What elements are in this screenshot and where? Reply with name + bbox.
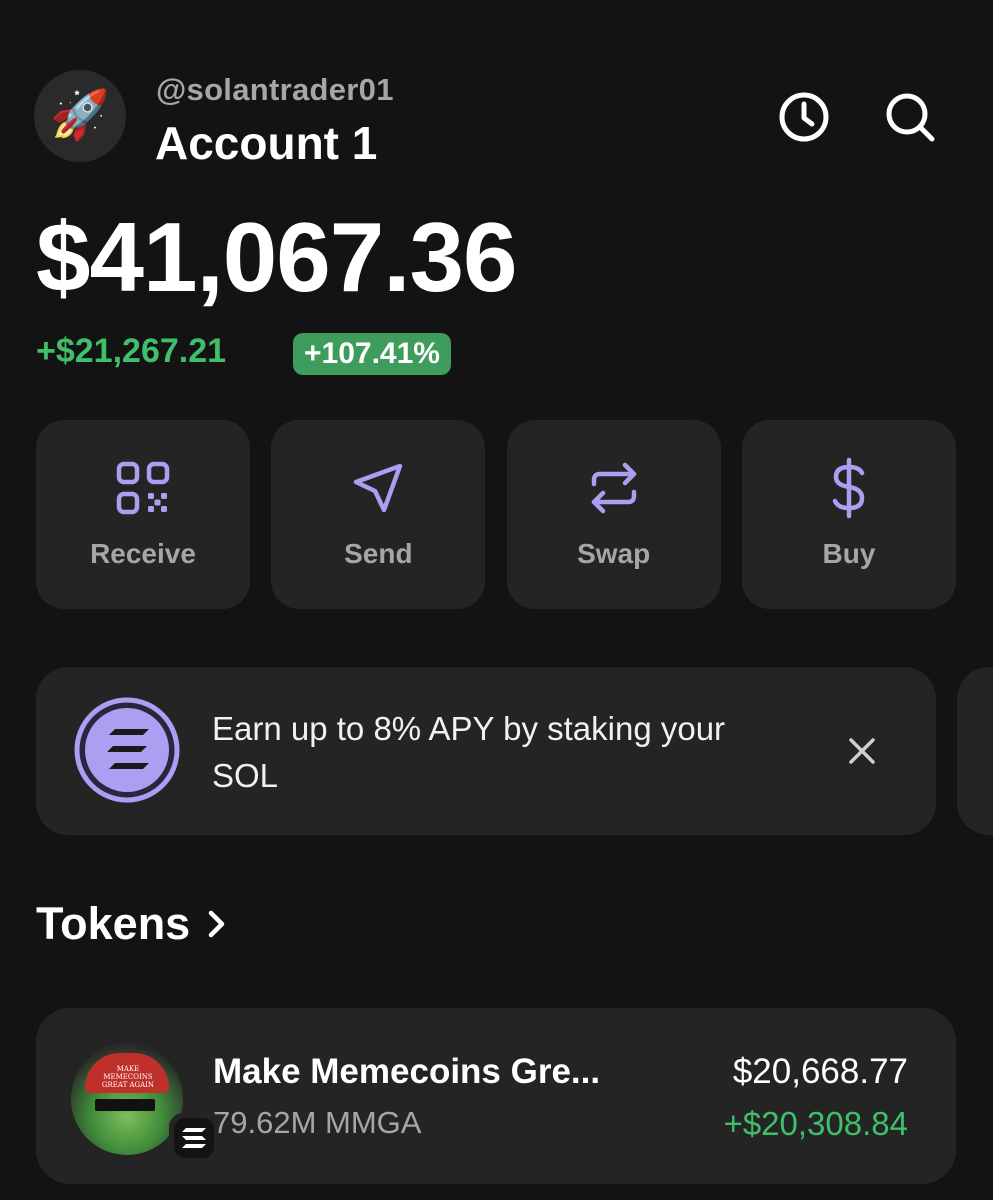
chain-badge [169,1113,219,1163]
swap-arrows-icon [591,462,636,514]
qr-code-icon [116,461,170,515]
promo-close-button[interactable] [840,729,884,773]
history-button[interactable] [772,85,836,149]
send-button[interactable]: Send [271,420,486,609]
username: @solantrader01 [156,72,394,107]
token-value: $20,668.77 [732,1052,908,1091]
buy-label: Buy [822,538,876,569]
send-label: Send [344,538,413,569]
staking-promo-banner[interactable]: Earn up to 8% APY by staking your SOL [36,667,936,835]
receive-button[interactable]: Receive [36,420,250,609]
promo-text: Earn up to 8% APY by staking your SOL [212,710,726,794]
solana-logo-icon [74,697,180,803]
tokens-title: Tokens [36,898,191,949]
account-name[interactable]: Account 1 [155,116,377,170]
solana-badge-icon [182,1128,206,1148]
tokens-section-header[interactable]: Tokens [36,898,228,950]
total-balance: $41,067.36 [36,202,517,312]
sunglasses-graphic [95,1099,155,1111]
avatar[interactable]: 🚀 [34,70,126,162]
next-promo-card[interactable] [957,667,993,835]
clock-icon [779,92,829,142]
balance-change-percent-badge: +107.41% [293,333,451,375]
token-logo-hat-text: MAKE MEMECOINS GREAT AGAIN [101,1065,155,1089]
close-icon [849,738,875,764]
swap-label: Swap [577,538,651,569]
token-amount: 79.62M MMGA [213,1105,422,1140]
dollar-icon [832,457,865,519]
token-change: +$20,308.84 [723,1105,908,1142]
receive-label: Receive [90,538,196,569]
token-row[interactable]: MAKE MEMECOINS GREAT AGAIN Make Memecoin… [36,1008,956,1184]
paper-plane-icon [354,463,403,513]
token-name: Make Memecoins Gre... [213,1052,601,1091]
rocket-icon: 🚀 [50,89,110,142]
search-button[interactable] [878,85,942,149]
chevron-right-icon [206,909,228,939]
swap-button[interactable]: Swap [506,420,721,609]
token-logo: MAKE MEMECOINS GREAT AGAIN [71,1043,183,1155]
balance-change-amount: +$21,267.21 [36,332,227,370]
search-icon [886,93,935,142]
action-buttons: Receive Send Swap Buy [36,420,956,609]
buy-button[interactable]: Buy [741,420,956,609]
